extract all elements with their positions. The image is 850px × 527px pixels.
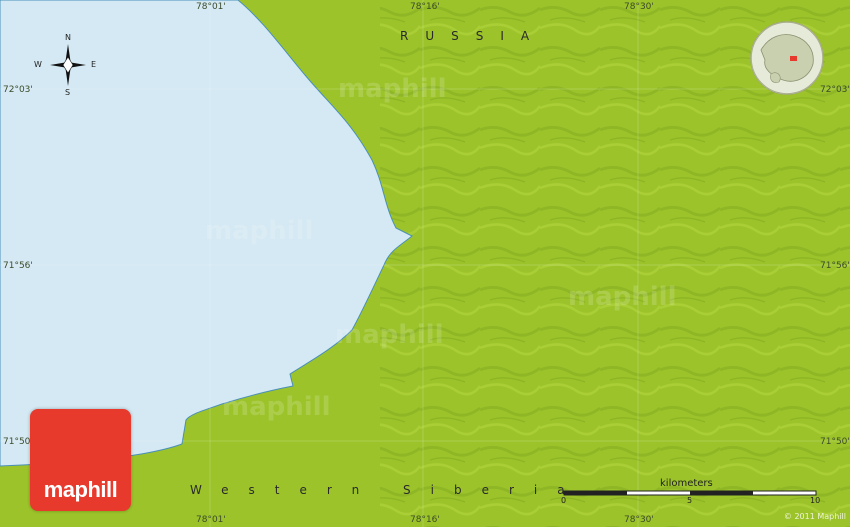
watermark: maphill bbox=[568, 282, 677, 312]
coord-left-1: 72°03' bbox=[3, 85, 33, 95]
watermark: maphill bbox=[222, 392, 331, 422]
locator-globe bbox=[749, 20, 825, 96]
coord-bottom-1: 78°01' bbox=[196, 515, 226, 525]
watermark: maphill bbox=[338, 74, 447, 104]
copyright-text: © 2011 Maphill bbox=[783, 512, 846, 521]
globe-icon bbox=[750, 21, 824, 95]
coord-top-1: 78°01' bbox=[196, 2, 226, 12]
coord-top-2: 78°16' bbox=[410, 2, 440, 12]
compass-rose: N S W E bbox=[34, 32, 98, 98]
scale-title: kilometers bbox=[660, 478, 713, 489]
scale-label-10: 10 bbox=[810, 496, 821, 505]
coord-left-3: 71°50' bbox=[3, 437, 33, 447]
region-label: Western Siberia bbox=[190, 483, 585, 497]
scale-bar bbox=[563, 490, 817, 496]
scale-label-0: 0 bbox=[561, 496, 567, 505]
compass-east: E bbox=[91, 60, 97, 69]
coord-bottom-2: 78°16' bbox=[410, 515, 440, 525]
coord-top-3: 78°30' bbox=[624, 2, 654, 12]
coord-left-2: 71°56' bbox=[3, 261, 33, 271]
compass-west: W bbox=[34, 60, 42, 69]
coord-bottom-3: 78°30' bbox=[624, 515, 654, 525]
watermark: maphill bbox=[205, 216, 314, 246]
coord-right-3: 71°50' bbox=[820, 437, 850, 447]
compass-south: S bbox=[65, 88, 71, 97]
coord-right-2: 71°56' bbox=[820, 261, 850, 271]
scale-label-5: 5 bbox=[687, 496, 693, 505]
logo-text: maphill bbox=[43, 477, 118, 502]
watermark: maphill bbox=[335, 320, 444, 350]
maphill-logo[interactable]: maphill bbox=[30, 409, 131, 511]
compass-north: N bbox=[65, 33, 71, 42]
country-label: RUSSIA bbox=[400, 29, 547, 43]
